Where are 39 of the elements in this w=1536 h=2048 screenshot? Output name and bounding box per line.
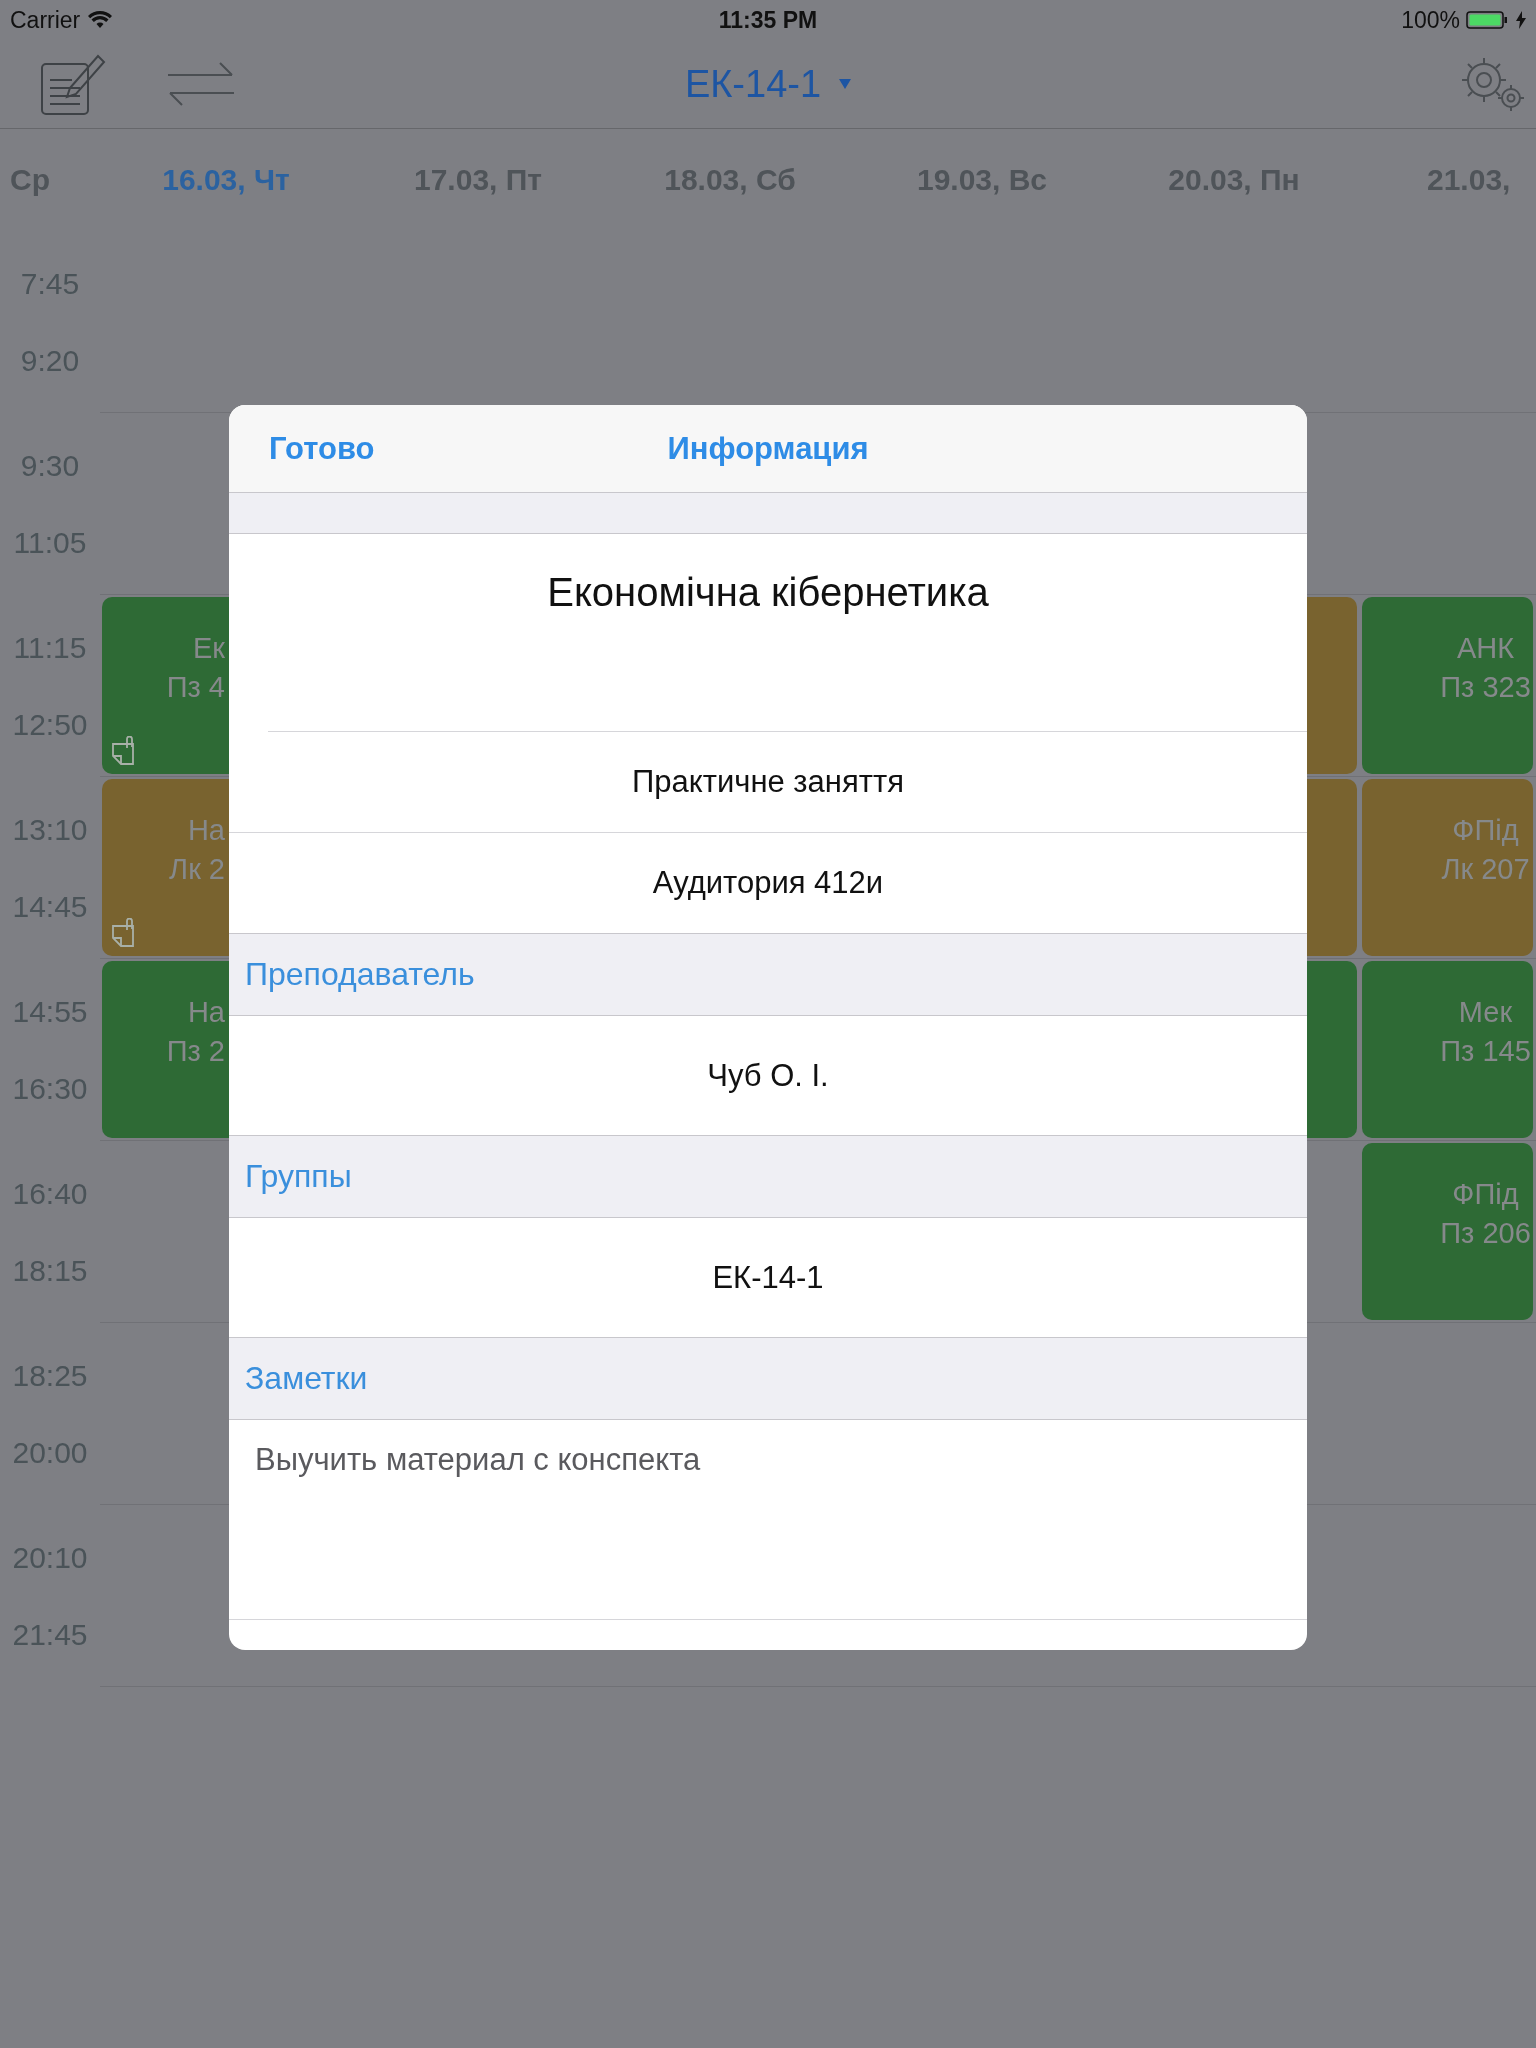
notes-field[interactable]: Выучить материал с конспекта xyxy=(229,1420,1307,1620)
lesson-text: АНК xyxy=(1456,631,1515,666)
lesson-text: Пз 145 xyxy=(1440,1034,1531,1069)
dialog-title: Информация xyxy=(667,430,869,467)
section-value: ЕК-14-1 xyxy=(712,1259,824,1296)
battery-percent: 100% xyxy=(1401,6,1460,34)
lesson-text: Ек xyxy=(192,631,225,666)
charging-icon xyxy=(1516,11,1526,29)
section-header: Группы xyxy=(245,1158,352,1195)
lesson-text: На xyxy=(187,995,225,1030)
lesson-card[interactable]: ФПід Пз 206 xyxy=(1362,1143,1533,1320)
lesson-text: Пз 323 xyxy=(1440,670,1531,705)
lesson-text: Лк 207 xyxy=(1441,852,1530,887)
edit-notes-icon[interactable] xyxy=(40,52,108,116)
swap-arrows-icon[interactable] xyxy=(166,61,236,107)
group-selector[interactable]: ЕК-14-1 xyxy=(684,62,852,106)
lesson-card[interactable]: АНК Пз 323 xyxy=(1362,597,1533,774)
lesson-card[interactable]: ФПід Лк 207 xyxy=(1362,779,1533,956)
day-header[interactable]: 16.03, Чт xyxy=(100,163,352,197)
section-value: Чуб О. І. xyxy=(707,1057,829,1094)
battery-icon xyxy=(1466,10,1510,30)
lesson-text: Пз 4 xyxy=(166,670,225,705)
clock-text: 11:35 PM xyxy=(718,6,818,34)
carrier-text: Carrier xyxy=(10,6,81,34)
detail-text: Аудитория 412и xyxy=(652,865,884,901)
lesson-text: Мек xyxy=(1458,995,1513,1030)
lesson-text: ФПід xyxy=(1452,813,1519,848)
lesson-text: Лк 2 xyxy=(169,852,225,887)
detail-text: Практичне заняття xyxy=(632,764,904,800)
wifi-icon xyxy=(88,11,113,29)
lesson-text: На xyxy=(187,813,225,848)
lesson-text: Пз 206 xyxy=(1440,1216,1531,1251)
caret-icon xyxy=(839,79,852,89)
subject-title: Економічна кібернетика xyxy=(547,570,989,615)
section-header: Заметки xyxy=(245,1360,368,1397)
done-button[interactable]: Готово xyxy=(269,430,375,467)
lesson-card[interactable]: Мек Пз 145 xyxy=(1362,961,1533,1138)
lesson-text: ФПід xyxy=(1452,1177,1519,1212)
lesson-text: Пз 2 xyxy=(166,1034,225,1069)
